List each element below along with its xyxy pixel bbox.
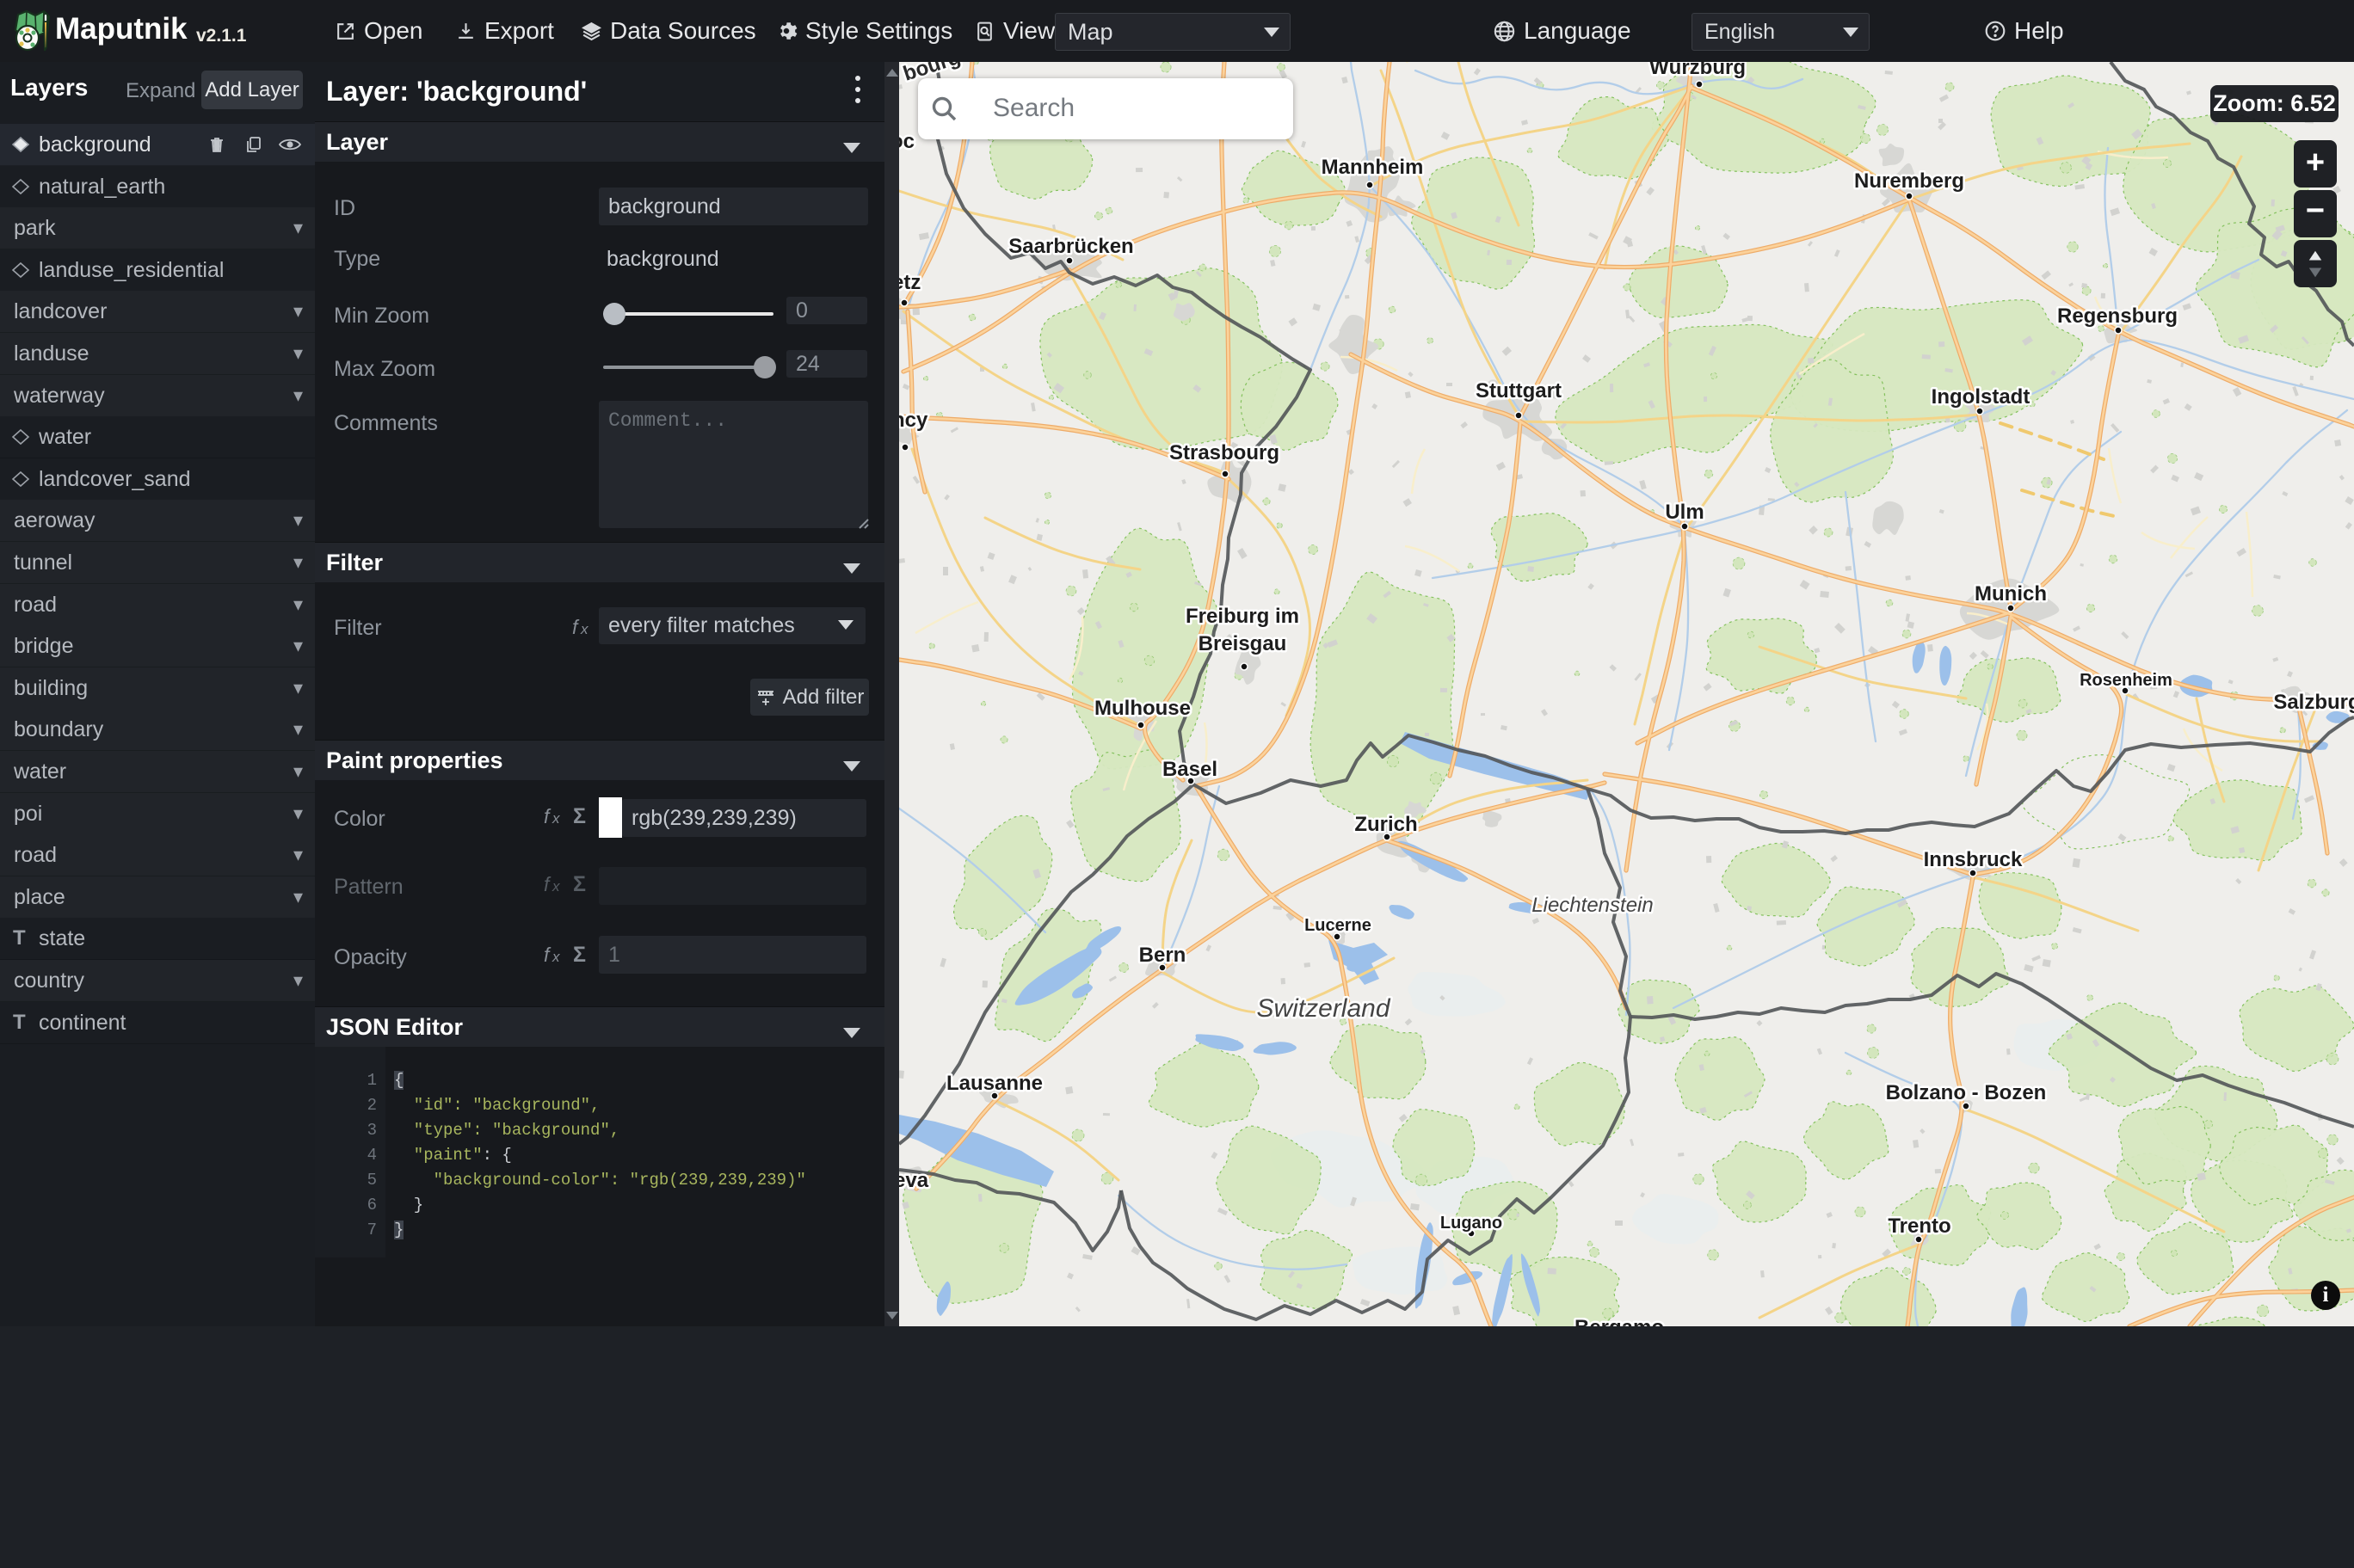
svg-text:Breisgau: Breisgau — [1199, 632, 1287, 655]
svg-text:etz: etz — [899, 271, 921, 294]
svg-text:Trento: Trento — [1888, 1214, 1950, 1238]
svg-text:Salzburg: Salzburg — [2273, 691, 2354, 714]
svg-text:eva: eva — [899, 1169, 929, 1192]
svg-text:ncy: ncy — [899, 409, 928, 432]
svg-text:Innsbruck: Innsbruck — [1924, 848, 2023, 871]
svg-text:Rosenheim: Rosenheim — [2080, 671, 2172, 690]
svg-text:Lausanne: Lausanne — [946, 1072, 1043, 1095]
svg-text:Würzburg: Würzburg — [1649, 62, 1746, 79]
svg-text:Mulhouse: Mulhouse — [1094, 697, 1191, 720]
svg-text:Lugano: Lugano — [1440, 1214, 1502, 1233]
svg-text:Ulm: Ulm — [1665, 501, 1704, 524]
svg-text:Switzerland: Switzerland — [1256, 994, 1390, 1023]
svg-text:Stuttgart: Stuttgart — [1476, 379, 1562, 403]
svg-text:Munich: Munich — [1975, 582, 2047, 606]
svg-text:Strasbourg: Strasbourg — [1169, 441, 1279, 464]
svg-text:Mannheim: Mannheim — [1322, 156, 1424, 179]
svg-text:oc: oc — [899, 130, 915, 153]
svg-text:Regensburg: Regensburg — [2057, 304, 2178, 328]
svg-text:Basel: Basel — [1162, 758, 1217, 781]
svg-text:Liechtenstein: Liechtenstein — [1531, 894, 1653, 917]
svg-text:Lucerne: Lucerne — [1304, 916, 1371, 935]
svg-text:Freiburg im: Freiburg im — [1186, 605, 1299, 628]
svg-text:Bolzano - Bozen: Bolzano - Bozen — [1886, 1081, 2047, 1104]
svg-text:Bern: Bern — [1139, 944, 1186, 967]
svg-text:Saarbrücken: Saarbrücken — [1008, 235, 1133, 258]
svg-text:Ingolstadt: Ingolstadt — [1932, 385, 2030, 409]
svg-text:Nuremberg: Nuremberg — [1854, 169, 1964, 193]
svg-text:Bergamo: Bergamo — [1574, 1316, 1664, 1326]
svg-text:Zurich: Zurich — [1354, 813, 1417, 836]
